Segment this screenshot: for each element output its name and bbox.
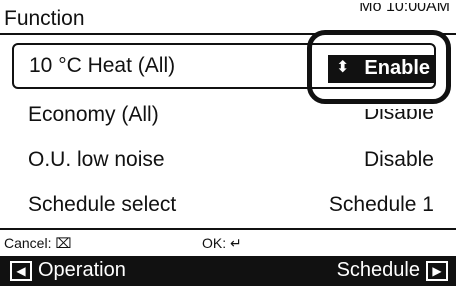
cancel-hint: Cancel: ⌧ (4, 235, 72, 251)
list-item-economy[interactable]: Economy (All) Disable (0, 93, 456, 137)
item-value: Disable (363, 109, 434, 124)
operation-button[interactable]: ◀ Operation (10, 259, 126, 282)
right-arrow-icon: ▶ (426, 260, 448, 281)
list-item-ou-low-noise[interactable]: O.U. low noise Disable (0, 138, 456, 182)
item-label: Schedule select (28, 193, 177, 216)
item-value: Disable (363, 148, 434, 171)
item-value: Schedule 1 (328, 193, 434, 216)
item-label: O.U. low noise (28, 148, 165, 171)
item-value: Enable (364, 57, 430, 79)
operation-label: Operation (38, 259, 126, 281)
item-label: Economy (All) (28, 103, 159, 126)
up-down-arrows-icon: ⬍ (336, 59, 350, 76)
schedule-button[interactable]: Schedule ▶ (337, 259, 448, 282)
page-title: Function (4, 7, 85, 30)
schedule-label: Schedule (336, 259, 420, 281)
footer-bar: ◀ Operation Schedule ▶ (0, 256, 456, 286)
ok-hint: OK: ↵ (202, 235, 242, 251)
clock: Mo 10:00AM (359, 3, 450, 13)
list-item-schedule-select[interactable]: Schedule select Schedule 1 (0, 183, 456, 227)
item-label: 10 °C Heat (All) (29, 54, 176, 77)
function-screen: Function Mo 10:00AM 10 °C Heat (All) ⬍ E… (0, 0, 456, 286)
left-arrow-icon: ◀ (10, 260, 32, 281)
hint-bar: Cancel: ⌧ OK: ↵ (0, 228, 456, 258)
value-selector[interactable]: ⬍ Enable (328, 55, 436, 83)
